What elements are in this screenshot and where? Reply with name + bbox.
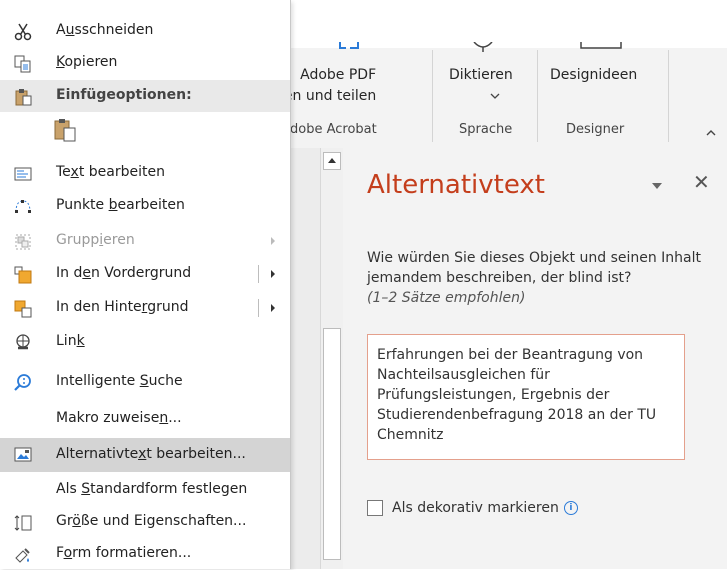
vertical-scrollbar[interactable] (320, 148, 344, 569)
submenu-arrow-icon (271, 237, 275, 245)
close-icon[interactable]: ✕ (693, 170, 710, 194)
scissors-icon (14, 23, 32, 41)
ribbon-separator (668, 50, 669, 142)
design-ideas-button[interactable]: Designideen (550, 65, 637, 86)
menu-item-set-default-shape[interactable]: Als Standardform festlegen (0, 474, 290, 506)
paste-options-header: Einfügeoptionen: (0, 80, 290, 112)
triangle-up-icon (328, 158, 336, 163)
menu-item-label: Makro zuweisen... (56, 410, 182, 426)
menu-item-label: Link (56, 333, 85, 349)
menu-item-size-properties[interactable]: Größe und Eigenschaften... (0, 506, 290, 538)
edit-text-icon (14, 167, 32, 181)
link-icon (16, 334, 30, 350)
menu-item-label: Einfügeoptionen: (56, 87, 192, 103)
adobe-pdf-button[interactable]: Adobe PDF tellen und teilen (262, 65, 377, 107)
split-separator (258, 265, 259, 283)
group-label-speech: Sprache (459, 122, 513, 137)
size-properties-icon (14, 515, 32, 531)
menu-item-cut[interactable]: Ausschneiden (0, 15, 290, 47)
collapse-ribbon-icon[interactable] (706, 128, 716, 138)
decorative-checkbox[interactable] (367, 500, 383, 516)
pane-title: Alternativtext (367, 170, 545, 200)
edit-points-icon (15, 200, 31, 213)
alt-text-input[interactable]: Erfahrungen bei der Beantragung von Nach… (367, 334, 685, 460)
submenu-arrow-icon[interactable] (270, 303, 276, 313)
menu-item-smart-lookup[interactable]: Intelligente Suche (0, 366, 290, 398)
menu-item-label: Gruppieren (56, 232, 135, 248)
menu-item-label: Text bearbeiten (56, 164, 165, 180)
paste-option-icon[interactable] (54, 118, 76, 142)
menu-item-link[interactable]: Link (0, 326, 290, 358)
scroll-thumb[interactable] (323, 328, 341, 560)
ribbon-group-designer: Designideen Designer (538, 42, 668, 148)
menu-item-copy[interactable]: Kopieren (0, 47, 290, 79)
group-label-designer: Designer (566, 122, 625, 137)
context-menu: Ausschneiden Kopieren Einfügeoptionen: T… (0, 0, 291, 569)
menu-item-label: Größe und Eigenschaften... (56, 513, 247, 529)
alt-text-pane: Alternativtext ✕ Wie würden Sie dieses O… (343, 148, 727, 569)
ribbon-group-adobe: Adobe PDF tellen und teilen dobe Acrobat (262, 42, 430, 148)
menu-item-format-shape[interactable]: Form formatieren... (0, 538, 290, 570)
menu-item-label: Punkte bearbeiten (56, 197, 185, 213)
menu-item-label: Ausschneiden (56, 22, 154, 38)
menu-item-assign-macro[interactable]: Makro zuweisen... (0, 403, 290, 435)
menu-item-edit-points[interactable]: Punkte bearbeiten (0, 190, 290, 222)
pane-question: Wie würden Sie dieses Objekt und seinen … (367, 250, 702, 286)
pane-options-icon[interactable] (651, 182, 663, 190)
split-separator (258, 299, 259, 317)
adobe-pdf-icon (339, 42, 359, 49)
group-icon (15, 234, 31, 250)
pane-hint: (1–2 Sätze empfohlen) (367, 290, 526, 306)
menu-item-edit-alt-text[interactable]: Alternativtext bearbeiten... (0, 438, 290, 472)
submenu-arrow-icon[interactable] (270, 269, 276, 279)
scroll-up-button[interactable] (323, 152, 341, 170)
menu-item-bring-to-front[interactable]: In den Vordergrund (0, 258, 290, 290)
menu-item-label: Form formatieren... (56, 545, 192, 561)
copy-icon (14, 55, 31, 73)
microphone-icon (473, 42, 493, 52)
dropdown-caret-icon (490, 93, 500, 99)
decorative-checkbox-label: Als dekorativ markieren (392, 500, 559, 516)
ribbon-group-speech: Diktieren Sprache (433, 42, 537, 148)
bring-forward-icon (14, 266, 32, 284)
menu-item-send-to-back[interactable]: In den Hintergrund (0, 292, 290, 324)
alt-text-icon (14, 447, 32, 462)
dictate-label: Diktieren (449, 67, 513, 83)
send-backward-icon (14, 300, 32, 318)
info-icon[interactable]: i (563, 501, 578, 515)
menu-item-edit-text[interactable]: Text bearbeiten (0, 157, 290, 189)
dictate-button[interactable]: Diktieren (449, 65, 513, 107)
clipboard-icon (15, 89, 32, 106)
menu-item-label: In den Vordergrund (56, 265, 192, 281)
smart-lookup-icon (14, 374, 31, 391)
menu-item-group: Gruppieren (0, 225, 290, 257)
menu-item-label: Alternativtext bearbeiten... (56, 446, 246, 462)
menu-item-label: In den Hintergrund (56, 299, 189, 315)
format-shape-icon (15, 548, 30, 563)
design-ideas-icon (580, 42, 622, 49)
menu-item-label: Intelligente Suche (56, 373, 183, 389)
paste-option-row (0, 112, 290, 148)
group-label-acrobat: dobe Acrobat (290, 122, 377, 137)
menu-item-label: Als Standardform festlegen (56, 481, 248, 497)
menu-item-label: Kopieren (56, 54, 118, 70)
decorative-checkbox-row[interactable]: Als dekorativ markieren i (367, 500, 578, 516)
adobe-pdf-label: Adobe PDF (300, 67, 377, 83)
